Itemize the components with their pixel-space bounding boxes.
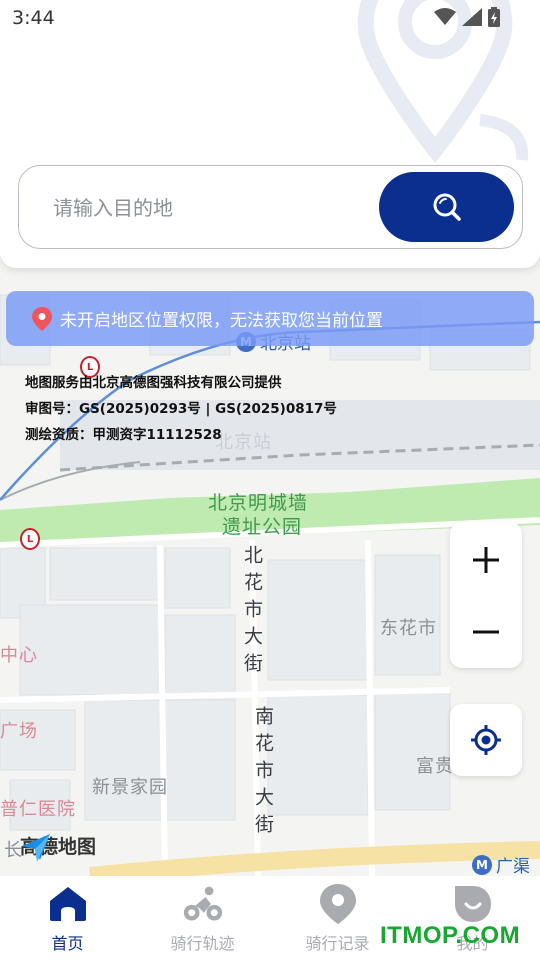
crosshair-icon	[471, 725, 501, 755]
search-icon	[433, 193, 461, 221]
profile-icon	[453, 884, 493, 924]
status-time: 3:44	[12, 7, 55, 29]
status-bar: 3:44	[0, 0, 540, 36]
plus-icon	[473, 547, 499, 573]
map-label-park-line1: 北京明城墙	[208, 492, 309, 514]
nav-label-riding-record: 骑行记录	[305, 934, 370, 953]
location-pin-icon	[318, 884, 358, 924]
attribution-provider: 地图服务由北京高德图强科技有限公司提供	[25, 375, 282, 391]
cyclist-icon	[183, 884, 223, 924]
nav-item-home[interactable]: 首页	[0, 876, 135, 960]
map-attribution: 地图服务由北京高德图强科技有限公司提供 审图号：GS(2025)0293号 | …	[25, 370, 337, 448]
home-icon	[48, 884, 88, 924]
battery-icon	[488, 7, 500, 27]
nav-item-riding-track[interactable]: 骑行轨迹	[135, 876, 270, 960]
subway-station-name: 广渠	[496, 857, 530, 876]
minus-icon	[473, 630, 499, 634]
map-label-street-north: 北花市大街	[241, 545, 263, 680]
map-label-hospital: 普仁医院	[0, 799, 76, 820]
location-permission-notice[interactable]: 未开启地区位置权限，无法获取您当前位置	[6, 291, 534, 346]
zoom-in-button[interactable]	[450, 524, 522, 596]
map-label-xinjing: 新景家园	[92, 777, 168, 798]
gas-station-icon[interactable]: L	[20, 528, 40, 550]
signal-icon	[462, 8, 482, 26]
attribution-qualification: 测绘资质：甲测资字11112528	[25, 427, 222, 443]
status-icons	[434, 7, 500, 27]
location-pin-icon	[32, 306, 52, 331]
amap-logo: 高德地图	[20, 832, 96, 862]
map-label-fugui: 富贵	[416, 756, 454, 777]
map-label-donghuashi: 东花市	[380, 618, 437, 639]
amap-logo-icon	[22, 834, 50, 862]
nav-label-riding-track: 骑行轨迹	[170, 934, 235, 953]
map-label-street-south: 南花市大街	[252, 706, 274, 841]
subway-station-badge-guangqu[interactable]: M 广渠	[472, 852, 530, 876]
map-label-guangchang: 广场	[0, 721, 38, 742]
zoom-controls	[450, 522, 522, 668]
zoom-out-button[interactable]	[450, 596, 522, 668]
attribution-approval: 审图号：GS(2025)0293号 | GS(2025)0817号	[25, 401, 337, 417]
search-button[interactable]	[379, 172, 514, 242]
map-label-center: 中心	[0, 645, 38, 666]
wifi-icon	[434, 8, 456, 25]
subway-icon: M	[472, 854, 492, 875]
destination-search-input[interactable]	[53, 192, 353, 224]
notice-text: 未开启地区位置权限，无法获取您当前位置	[60, 311, 383, 331]
map-label-park-line2: 遗址公园	[222, 516, 303, 538]
locate-me-button[interactable]	[450, 704, 522, 776]
site-watermark: ITMOP.COM	[380, 922, 521, 949]
nav-label-home: 首页	[51, 934, 84, 953]
